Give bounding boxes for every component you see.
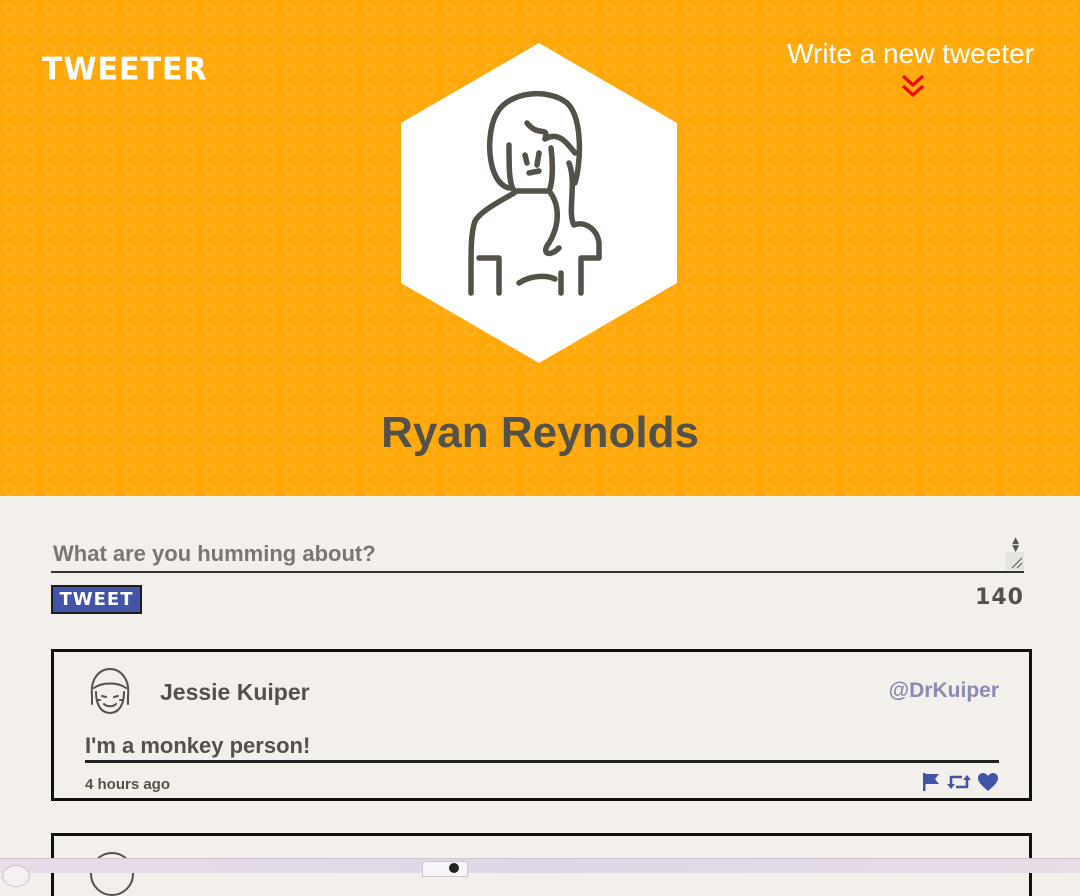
profile-avatar	[401, 43, 677, 363]
tweet-card: Jessie Kuiper @DrKuiper I'm a monkey per…	[51, 649, 1032, 801]
profile-header: TWEETER Write a new tweeter Ryan Reynold…	[0, 0, 1080, 496]
char-counter: 140	[975, 585, 1024, 610]
taskbar-app-icon[interactable]	[422, 861, 468, 877]
tweet-timestamp: 4 hours ago	[85, 776, 171, 793]
compose-toggle-label[interactable]: Write a new tweeter	[787, 38, 1034, 69]
submit-tweet-button[interactable]: TWEET	[51, 585, 142, 614]
os-taskbar	[0, 858, 1080, 887]
author-avatar	[90, 667, 130, 715]
tweet-actions	[921, 772, 999, 792]
retweet-icon[interactable]	[947, 772, 971, 792]
resize-grip-icon[interactable]	[1006, 552, 1024, 570]
tweet-author-handle[interactable]: @DrKuiper	[889, 679, 999, 703]
compose-toggle[interactable]: Write a new tweeter	[787, 38, 1034, 70]
profile-name: Ryan Reynolds	[381, 408, 699, 457]
tweet-content: I'm a monkey person!	[85, 732, 999, 763]
tweet-author-name: Jessie Kuiper	[160, 679, 310, 705]
flag-icon[interactable]	[921, 772, 941, 792]
brand-logo[interactable]: TWEETER	[42, 51, 208, 88]
double-chevron-down-icon[interactable]	[897, 72, 929, 102]
heart-icon[interactable]	[977, 772, 999, 792]
start-button[interactable]	[2, 865, 30, 887]
composer-field-wrapper: ▲▼	[51, 535, 1024, 573]
tweet-text-input[interactable]	[53, 541, 993, 567]
spinner-arrows-icon[interactable]: ▲ ▼	[1012, 537, 1019, 554]
